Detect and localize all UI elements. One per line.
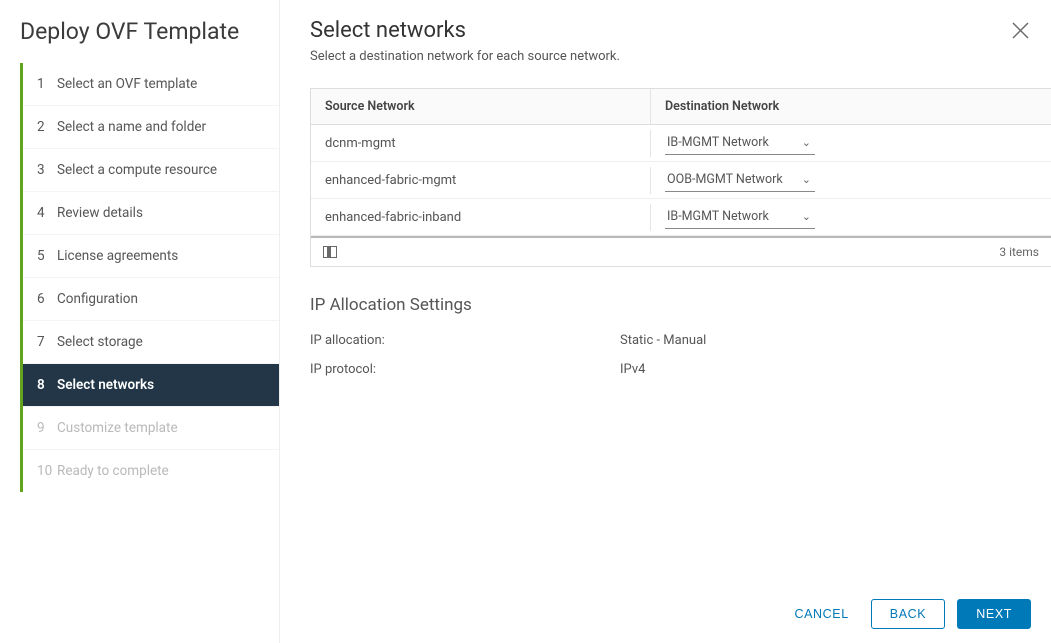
step-label: Select a name and folder [57,119,206,135]
step-8[interactable]: 8 Select networks [23,364,279,407]
wizard-title: Deploy OVF Template [0,18,279,63]
ip-protocol-row: IP protocol: IPv4 [310,362,1051,377]
close-button[interactable] [1012,22,1029,43]
next-button[interactable]: NEXT [957,599,1031,629]
ip-protocol-value: IPv4 [620,362,645,377]
ip-protocol-label: IP protocol: [310,362,620,377]
step-num: 2 [37,119,57,135]
step-num: 7 [37,334,57,350]
ip-allocation-value: Static - Manual [620,333,706,348]
destination-cell: IB-MGMT Network ⌄ [651,199,1051,235]
table-row: enhanced-fabric-inband IB-MGMT Network ⌄ [311,199,1051,236]
wizard-main: Select networks Select a destination net… [280,0,1051,643]
ip-allocation-label: IP allocation: [310,333,620,348]
step-3[interactable]: 3 Select a compute resource [23,149,279,192]
step-label: Customize template [57,420,178,436]
item-count: 3 items [999,245,1039,259]
page-title: Select networks [310,18,1051,43]
step-num: 4 [37,205,57,221]
header-source: Source Network [311,89,651,124]
step-9: 9 Customize template [23,407,279,450]
step-label: Select networks [57,377,154,393]
source-network: dcnm-mgmt [311,130,651,157]
wizard-footer: CANCEL BACK NEXT [784,599,1031,629]
ip-section-title: IP Allocation Settings [310,295,1051,315]
destination-value: IB-MGMT Network [667,209,769,224]
step-2[interactable]: 2 Select a name and folder [23,106,279,149]
destination-value: IB-MGMT Network [667,135,769,150]
close-icon [1012,22,1029,39]
header-destination: Destination Network [651,89,1051,124]
page-subtitle: Select a destination network for each so… [310,49,1051,64]
step-num: 3 [37,162,57,178]
wizard-sidebar: Deploy OVF Template 1 Select an OVF temp… [0,0,280,643]
step-label: Ready to complete [57,463,169,479]
source-network: enhanced-fabric-inband [311,204,651,231]
table-row: dcnm-mgmt IB-MGMT Network ⌄ [311,125,1051,162]
chevron-down-icon: ⌄ [802,136,811,149]
table-row: enhanced-fabric-mgmt OOB-MGMT Network ⌄ [311,162,1051,199]
step-num: 1 [37,76,57,92]
step-num: 5 [37,248,57,264]
column-toggle-icon[interactable] [323,246,337,258]
step-10: 10 Ready to complete [23,450,279,492]
step-6[interactable]: 6 Configuration [23,278,279,321]
step-1[interactable]: 1 Select an OVF template [23,63,279,106]
destination-select[interactable]: IB-MGMT Network ⌄ [665,131,815,155]
ip-allocation-row: IP allocation: Static - Manual [310,333,1051,348]
step-num: 9 [37,420,57,436]
step-label: Select a compute resource [57,162,217,178]
step-label: Select storage [57,334,143,350]
cancel-button[interactable]: CANCEL [784,599,858,629]
chevron-down-icon: ⌄ [802,173,811,186]
chevron-down-icon: ⌄ [802,210,811,223]
step-7[interactable]: 7 Select storage [23,321,279,364]
destination-cell: OOB-MGMT Network ⌄ [651,162,1051,198]
step-num: 8 [37,377,57,393]
step-label: Review details [57,205,143,221]
step-label: License agreements [57,248,178,264]
wizard-steps: 1 Select an OVF template 2 Select a name… [20,63,279,492]
step-label: Configuration [57,291,138,307]
step-5[interactable]: 5 License agreements [23,235,279,278]
back-button[interactable]: BACK [871,599,945,629]
table-header: Source Network Destination Network [311,89,1051,125]
destination-cell: IB-MGMT Network ⌄ [651,125,1051,161]
step-4[interactable]: 4 Review details [23,192,279,235]
network-table: Source Network Destination Network dcnm-… [310,88,1051,267]
source-network: enhanced-fabric-mgmt [311,167,651,194]
destination-select[interactable]: IB-MGMT Network ⌄ [665,205,815,229]
table-footer: 3 items [311,236,1051,266]
destination-value: OOB-MGMT Network [667,172,783,187]
step-label: Select an OVF template [57,76,197,92]
destination-select[interactable]: OOB-MGMT Network ⌄ [665,168,815,192]
step-num: 6 [37,291,57,307]
step-num: 10 [37,463,57,479]
